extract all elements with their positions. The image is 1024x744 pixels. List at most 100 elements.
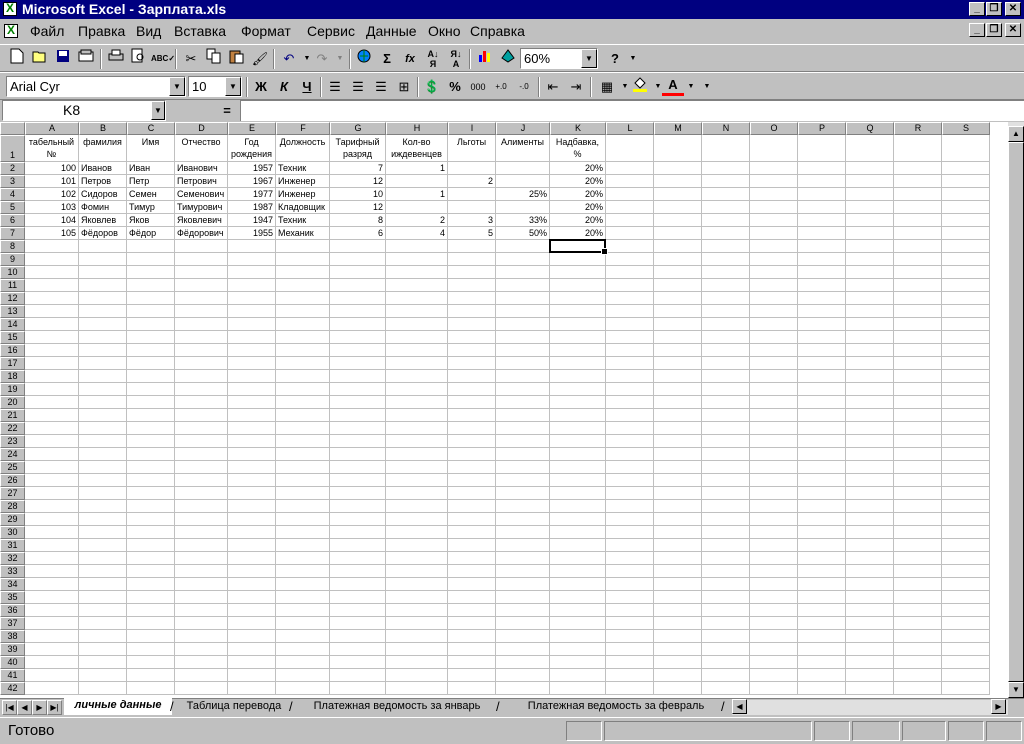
cell-p29[interactable] <box>798 513 846 526</box>
cell-g32[interactable] <box>330 552 386 565</box>
cell-o12[interactable] <box>750 292 798 305</box>
menu-insert[interactable]: Вставка <box>174 23 226 39</box>
cell-a14[interactable] <box>25 318 79 331</box>
cell-a18[interactable] <box>25 370 79 383</box>
cell-o23[interactable] <box>750 435 798 448</box>
cell-s23[interactable] <box>942 435 990 448</box>
row-header-24[interactable]: 24 <box>0 448 25 461</box>
cell-g6[interactable]: 8 <box>330 214 386 227</box>
cell-i40[interactable] <box>448 656 496 669</box>
cell-j26[interactable] <box>496 474 550 487</box>
cell-i10[interactable] <box>448 266 496 279</box>
cell-h33[interactable] <box>386 565 448 578</box>
cell-e17[interactable] <box>228 357 276 370</box>
cell-l16[interactable] <box>606 344 654 357</box>
cell-c2[interactable]: Иван <box>127 162 175 175</box>
cell-i26[interactable] <box>448 474 496 487</box>
cell-g22[interactable] <box>330 422 386 435</box>
cell-k8[interactable] <box>550 240 606 253</box>
cell-l1[interactable] <box>606 135 654 162</box>
paste-icon[interactable] <box>226 48 248 70</box>
toolbar-options-icon[interactable]: ▼ <box>622 48 644 70</box>
cell-q29[interactable] <box>846 513 894 526</box>
cell-q30[interactable] <box>846 526 894 539</box>
cell-h15[interactable] <box>386 331 448 344</box>
cell-b4[interactable]: Сидоров <box>79 188 127 201</box>
cell-g12[interactable] <box>330 292 386 305</box>
row-header-2[interactable]: 2 <box>0 162 25 175</box>
cell-e13[interactable] <box>228 305 276 318</box>
cell-k2[interactable]: 20% <box>550 162 606 175</box>
cell-j22[interactable] <box>496 422 550 435</box>
row-header-19[interactable]: 19 <box>0 383 25 396</box>
cell-e18[interactable] <box>228 370 276 383</box>
cell-l27[interactable] <box>606 487 654 500</box>
cell-c35[interactable] <box>127 591 175 604</box>
cell-d8[interactable] <box>175 240 228 253</box>
align-center-icon[interactable]: ☰ <box>347 76 369 98</box>
cell-l23[interactable] <box>606 435 654 448</box>
cell-a16[interactable] <box>25 344 79 357</box>
cell-a30[interactable] <box>25 526 79 539</box>
cell-h39[interactable] <box>386 643 448 656</box>
cell-a41[interactable] <box>25 669 79 682</box>
sheet-tab-january[interactable]: Платежная ведомость за январь <box>300 699 494 715</box>
cell-p18[interactable] <box>798 370 846 383</box>
cell-a27[interactable] <box>25 487 79 500</box>
cell-o22[interactable] <box>750 422 798 435</box>
cell-d1[interactable]: Отчество <box>175 135 228 162</box>
cell-c1[interactable]: Имя <box>127 135 175 162</box>
column-header-k[interactable]: K <box>550 122 606 135</box>
cell-i22[interactable] <box>448 422 496 435</box>
cell-o38[interactable] <box>750 630 798 643</box>
cell-q40[interactable] <box>846 656 894 669</box>
cell-k23[interactable] <box>550 435 606 448</box>
cell-q4[interactable] <box>846 188 894 201</box>
row-header-13[interactable]: 13 <box>0 305 25 318</box>
chevron-down-icon[interactable]: ▼ <box>581 49 597 68</box>
cell-f14[interactable] <box>276 318 330 331</box>
cell-e1[interactable]: Год рождения <box>228 135 276 162</box>
cell-j6[interactable]: 33% <box>496 214 550 227</box>
cell-b22[interactable] <box>79 422 127 435</box>
cell-p31[interactable] <box>798 539 846 552</box>
cell-r17[interactable] <box>894 357 942 370</box>
cell-l8[interactable] <box>606 240 654 253</box>
cell-j1[interactable]: Алименты <box>496 135 550 162</box>
cell-e25[interactable] <box>228 461 276 474</box>
cell-i6[interactable]: 3 <box>448 214 496 227</box>
cell-q16[interactable] <box>846 344 894 357</box>
column-header-f[interactable]: F <box>276 122 330 135</box>
align-left-icon[interactable]: ☰ <box>324 76 346 98</box>
cell-n4[interactable] <box>702 188 750 201</box>
vertical-scroll-thumb[interactable] <box>1008 142 1024 682</box>
cell-d26[interactable] <box>175 474 228 487</box>
cell-s20[interactable] <box>942 396 990 409</box>
cell-s1[interactable] <box>942 135 990 162</box>
cell-q13[interactable] <box>846 305 894 318</box>
cell-e14[interactable] <box>228 318 276 331</box>
save-icon[interactable] <box>52 48 74 70</box>
cell-p9[interactable] <box>798 253 846 266</box>
cell-h18[interactable] <box>386 370 448 383</box>
cell-c7[interactable]: Фёдор <box>127 227 175 240</box>
cell-f1[interactable]: Должность <box>276 135 330 162</box>
cell-b30[interactable] <box>79 526 127 539</box>
cell-q37[interactable] <box>846 617 894 630</box>
cell-a11[interactable] <box>25 279 79 292</box>
row-header-38[interactable]: 38 <box>0 630 25 643</box>
cell-j18[interactable] <box>496 370 550 383</box>
cell-n3[interactable] <box>702 175 750 188</box>
cell-i9[interactable] <box>448 253 496 266</box>
cell-p25[interactable] <box>798 461 846 474</box>
cell-f16[interactable] <box>276 344 330 357</box>
cell-l32[interactable] <box>606 552 654 565</box>
cell-e29[interactable] <box>228 513 276 526</box>
last-sheet-icon[interactable]: ▶| <box>47 700 62 715</box>
column-header-q[interactable]: Q <box>846 122 894 135</box>
cell-l25[interactable] <box>606 461 654 474</box>
decrease-decimal-icon[interactable]: -.0 <box>513 76 535 98</box>
cell-l34[interactable] <box>606 578 654 591</box>
cell-o6[interactable] <box>750 214 798 227</box>
cell-m29[interactable] <box>654 513 702 526</box>
